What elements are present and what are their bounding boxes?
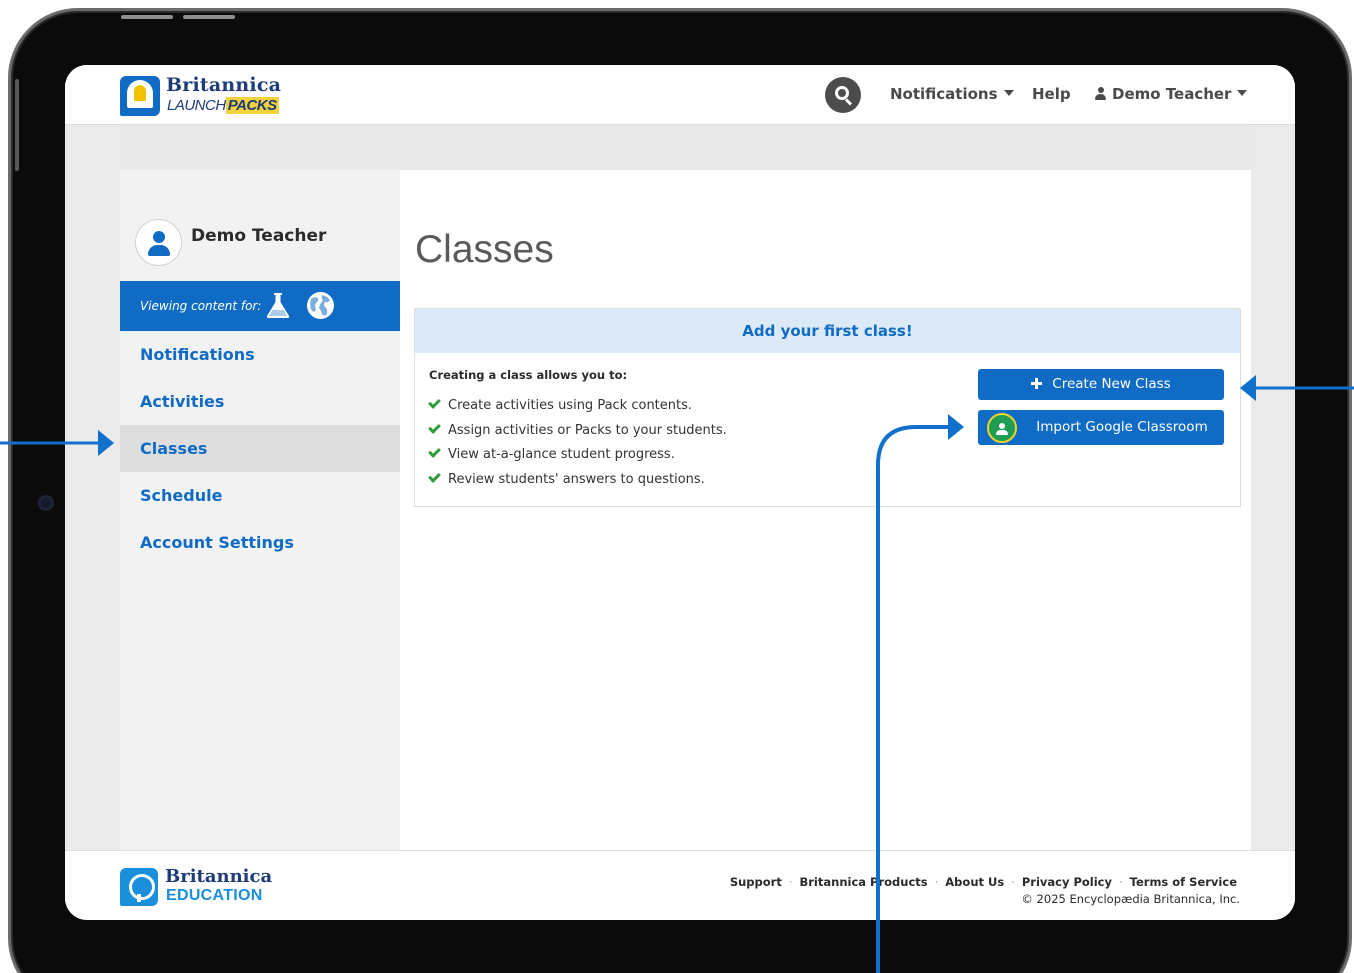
sidebar: Demo Teacher Viewing content for: Notifi… — [120, 170, 400, 850]
help-link[interactable]: Help — [1032, 85, 1071, 103]
logo-line2: LAUNCH PACKS — [167, 97, 279, 114]
import-google-classroom-label: Import Google Classroom — [1036, 419, 1208, 435]
benefit-text: View at-a-glance student progress. — [448, 447, 675, 462]
sidebar-item-notifications[interactable]: Notifications — [120, 331, 400, 378]
copyright-text: © 2025 Encyclopædia Britannica, Inc. — [1021, 892, 1240, 906]
tablet-side-button — [15, 79, 19, 171]
logo-line1: Britannica — [166, 74, 282, 96]
sidebar-item-activities[interactable]: Activities — [120, 378, 400, 425]
footer-link-terms-of-service[interactable]: Terms of Service — [1130, 875, 1237, 889]
viewing-content-bar: Viewing content for: — [120, 281, 400, 331]
britannica-thistle-logo-icon — [120, 76, 160, 116]
content-area: Demo Teacher Viewing content for: Notifi… — [120, 125, 1251, 850]
profile-block: Demo Teacher — [135, 219, 395, 269]
benefit-item: Create activities using Pack contents. — [428, 396, 693, 413]
sidebar-item-classes[interactable]: Classes — [120, 425, 400, 472]
user-menu-label: Demo Teacher — [1112, 85, 1232, 103]
benefit-item: Review students' answers to questions. — [428, 470, 705, 487]
footer-link-separator: · — [788, 875, 793, 889]
footer-link-about-us[interactable]: About Us — [945, 875, 1004, 889]
checkmark-icon — [428, 470, 441, 483]
google-classroom-icon — [987, 413, 1017, 443]
footer-links: Support · Britannica Products · About Us · Pri… — [730, 875, 1237, 889]
user-menu[interactable]: Demo Teacher — [1095, 85, 1248, 103]
search-button[interactable] — [825, 77, 861, 113]
viewing-content-label: Viewing content for: — [140, 299, 262, 313]
benefit-text: Create activities using Pack contents. — [448, 398, 693, 413]
britannica-education-logo[interactable]: Britannica EDUCATION — [120, 866, 280, 908]
chevron-down-icon — [1237, 90, 1248, 96]
britannica-launchpacks-logo[interactable]: Britannica LAUNCH PACKS — [120, 74, 282, 117]
checkmark-icon — [428, 445, 441, 458]
create-new-class-label: Create New Class — [1052, 376, 1171, 392]
plus-icon — [1031, 378, 1043, 389]
tablet-volume-button — [121, 15, 173, 19]
chevron-down-icon — [1003, 90, 1014, 96]
benefit-text: Assign activities or Packs to your stude… — [448, 423, 727, 438]
search-icon-handle — [844, 98, 853, 106]
benefit-item: View at-a-glance student progress. — [428, 445, 675, 462]
edu-logo-line2: EDUCATION — [166, 887, 263, 904]
sidebar-item-schedule[interactable]: Schedule — [120, 472, 400, 519]
import-google-classroom-button[interactable]: Import Google Classroom — [978, 410, 1224, 445]
first-class-card: Add your first class! Creating a class a… — [414, 308, 1241, 507]
logo-line2-prefix: LAUNCH — [167, 97, 226, 114]
flask-icon[interactable] — [265, 291, 291, 319]
footer-link-privacy-policy[interactable]: Privacy Policy — [1022, 875, 1112, 889]
top-header: Britannica LAUNCH PACKS Notifications Hel… — [65, 65, 1295, 125]
benefit-text: Review students' answers to questions. — [448, 472, 705, 487]
footer-link-separator: · — [1011, 875, 1015, 889]
main-panel: Classes Add your first class! Creating a… — [400, 170, 1251, 850]
tablet-volume-button — [183, 15, 235, 19]
edu-logo-line1: Britannica — [165, 866, 273, 887]
checkmark-icon — [428, 421, 441, 434]
sidebar-item-account-settings[interactable]: Account Settings — [120, 519, 400, 566]
globe-icon[interactable] — [306, 291, 335, 320]
footer-link-support[interactable]: Support — [730, 875, 782, 889]
tablet-camera — [38, 495, 54, 511]
checkmark-icon — [428, 396, 441, 409]
footer: Britannica EDUCATION Support · Britannica … — [65, 850, 1295, 920]
user-icon — [1095, 87, 1106, 100]
app-screen: Britannica LAUNCH PACKS Notifications Hel… — [65, 65, 1295, 920]
notifications-menu[interactable]: Notifications — [890, 85, 1014, 103]
create-new-class-button[interactable]: Create New Class — [978, 369, 1224, 400]
card-heading: Add your first class! — [415, 309, 1240, 353]
card-lead-text: Creating a class allows you to: — [429, 368, 628, 382]
screenshot-stage: Britannica LAUNCH PACKS Notifications Hel… — [0, 0, 1354, 973]
logo-line2-badge: PACKS — [225, 97, 279, 114]
page-title: Classes — [415, 228, 554, 271]
footer-link-separator: · — [1119, 875, 1123, 889]
footer-link-britannica-products[interactable]: Britannica Products — [800, 875, 928, 889]
britannica-education-thistle-icon — [120, 868, 158, 906]
avatar-user-icon — [135, 219, 182, 266]
benefit-item: Assign activities or Packs to your stude… — [428, 421, 727, 438]
profile-name: Demo Teacher — [191, 226, 327, 246]
notifications-menu-label: Notifications — [890, 85, 998, 103]
footer-link-separator: · — [934, 875, 939, 889]
